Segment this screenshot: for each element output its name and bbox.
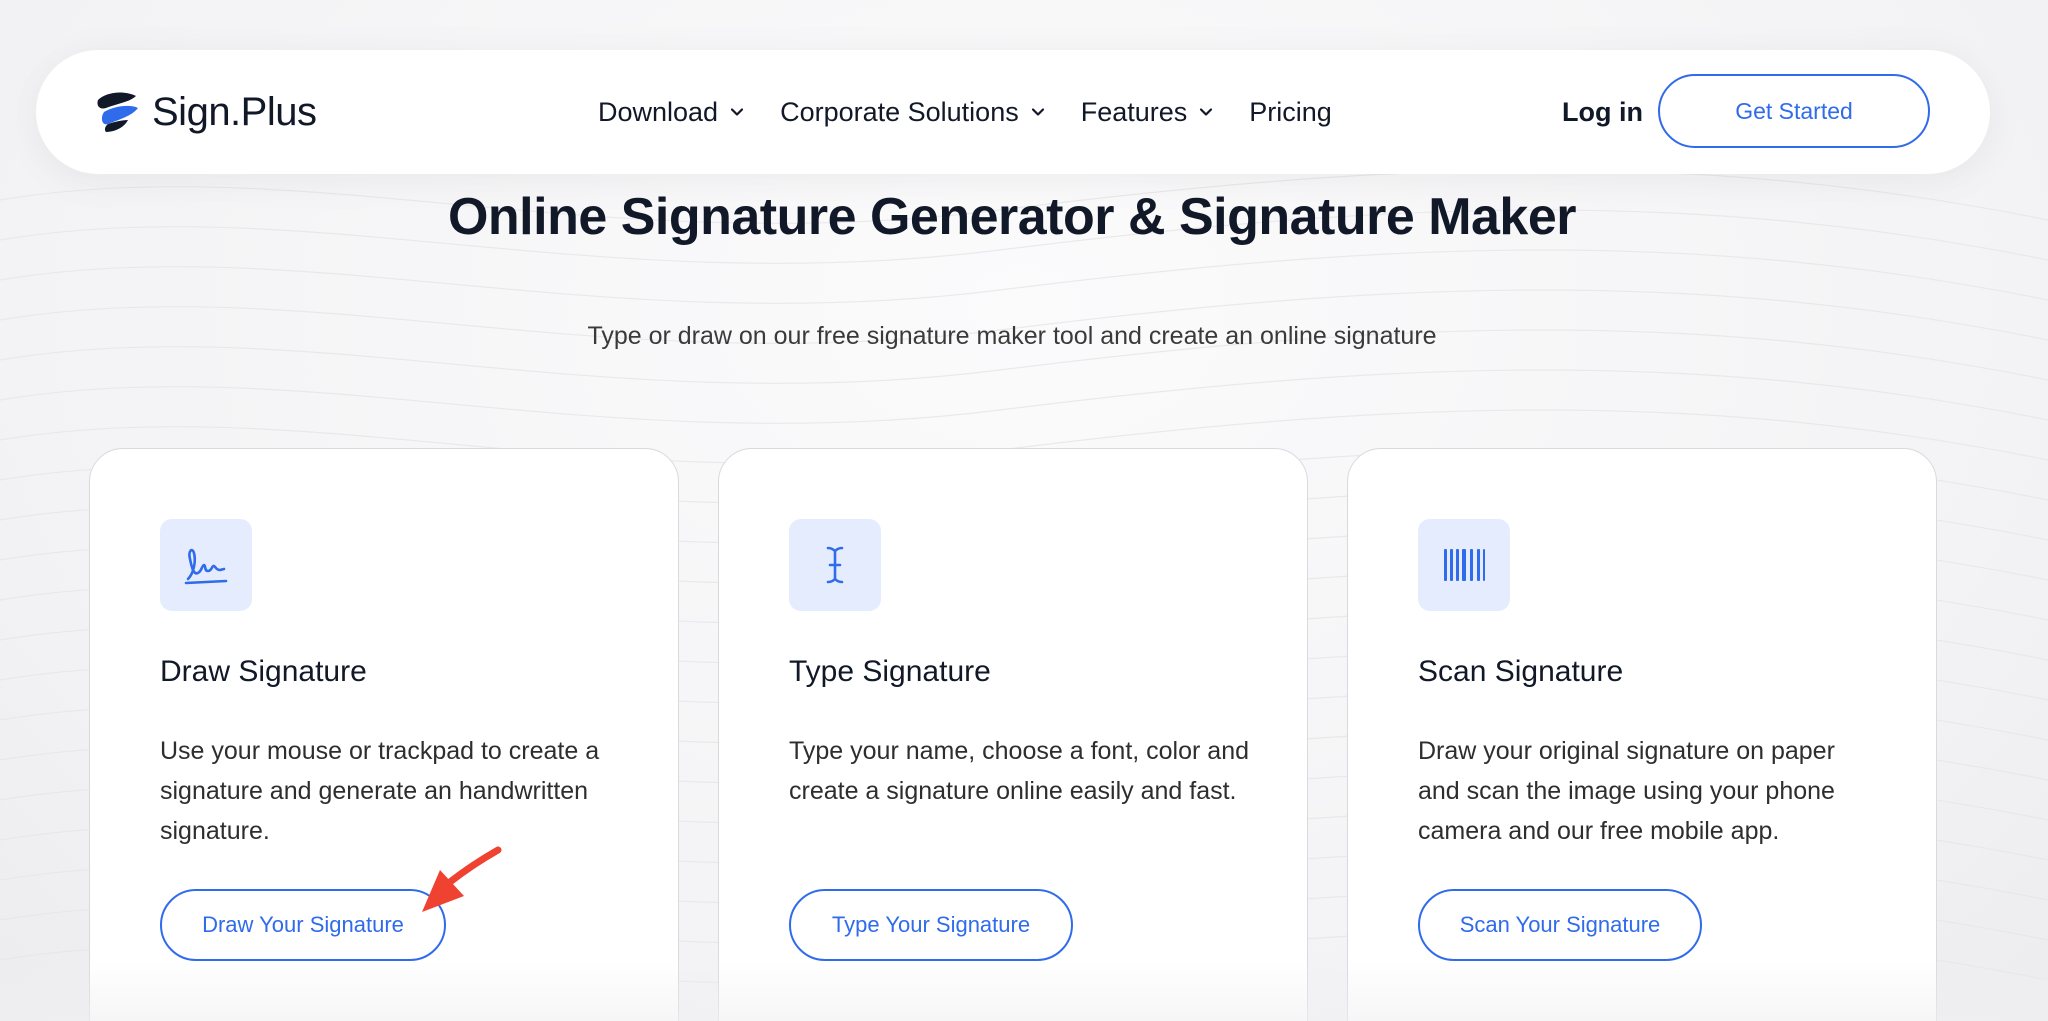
nav-features-label: Features (1080, 96, 1188, 127)
annotation-arrow-icon (422, 846, 502, 912)
card-description: Draw your original signature on paper an… (1418, 737, 1835, 845)
site-header: Sign.Plus Download Corporate Solutions F… (36, 50, 1990, 174)
nav-features[interactable]: Features (1081, 97, 1214, 128)
main-nav: Download Corporate Solutions Features Pr… (598, 50, 1368, 174)
barcode-scan-icon (1444, 549, 1485, 581)
page-subtitle: Type or draw on our free signature maker… (587, 322, 1437, 350)
page: Sign.Plus Download Corporate Solutions F… (0, 0, 2048, 1021)
signature-icon (184, 548, 228, 585)
card-title: Scan Signature (1418, 655, 1624, 688)
card-scan-signature: Scan Signature Draw your original signat… (1347, 448, 1937, 1021)
nav-pricing-label: Pricing (1249, 96, 1332, 127)
chevron-down-icon (1200, 108, 1213, 116)
nav-corporate-solutions-label: Corporate Solutions (780, 96, 1019, 127)
page-title: Online Signature Generator & Signature M… (447, 188, 1577, 246)
card-icon-box (160, 519, 252, 611)
type-your-signature-button[interactable]: Type Your Signature (789, 889, 1073, 961)
chevron-down-icon (1031, 108, 1044, 116)
card-description: Type your name, choose a font, color and… (789, 737, 1249, 805)
nav-download-label: Download (598, 96, 719, 127)
card-description: Use your mouse or trackpad to create a s… (160, 737, 600, 845)
card-title: Draw Signature (160, 655, 367, 688)
card-type-signature: Type Signature Type your name, choose a … (718, 448, 1308, 1021)
nav-corporate-solutions[interactable]: Corporate Solutions (780, 97, 1045, 128)
draw-your-signature-button[interactable]: Draw Your Signature (160, 889, 446, 961)
nav-download[interactable]: Download (598, 97, 744, 128)
get-started-button[interactable]: Get Started (1658, 74, 1930, 148)
sign-plus-logo-icon (97, 92, 138, 132)
text-cursor-icon (826, 546, 844, 584)
logo[interactable]: Sign.Plus (94, 88, 317, 136)
nav-pricing[interactable]: Pricing (1249, 97, 1332, 128)
card-icon-box (1418, 519, 1510, 611)
card-draw-signature: Draw Signature Use your mouse or trackpa… (89, 448, 679, 1021)
card-icon-box (789, 519, 881, 611)
scan-your-signature-button[interactable]: Scan Your Signature (1418, 889, 1702, 961)
card-title: Type Signature (789, 655, 991, 688)
chevron-down-icon (730, 108, 744, 116)
logo-text: Sign.Plus (152, 89, 317, 134)
login-link[interactable]: Log in (1562, 50, 1643, 174)
